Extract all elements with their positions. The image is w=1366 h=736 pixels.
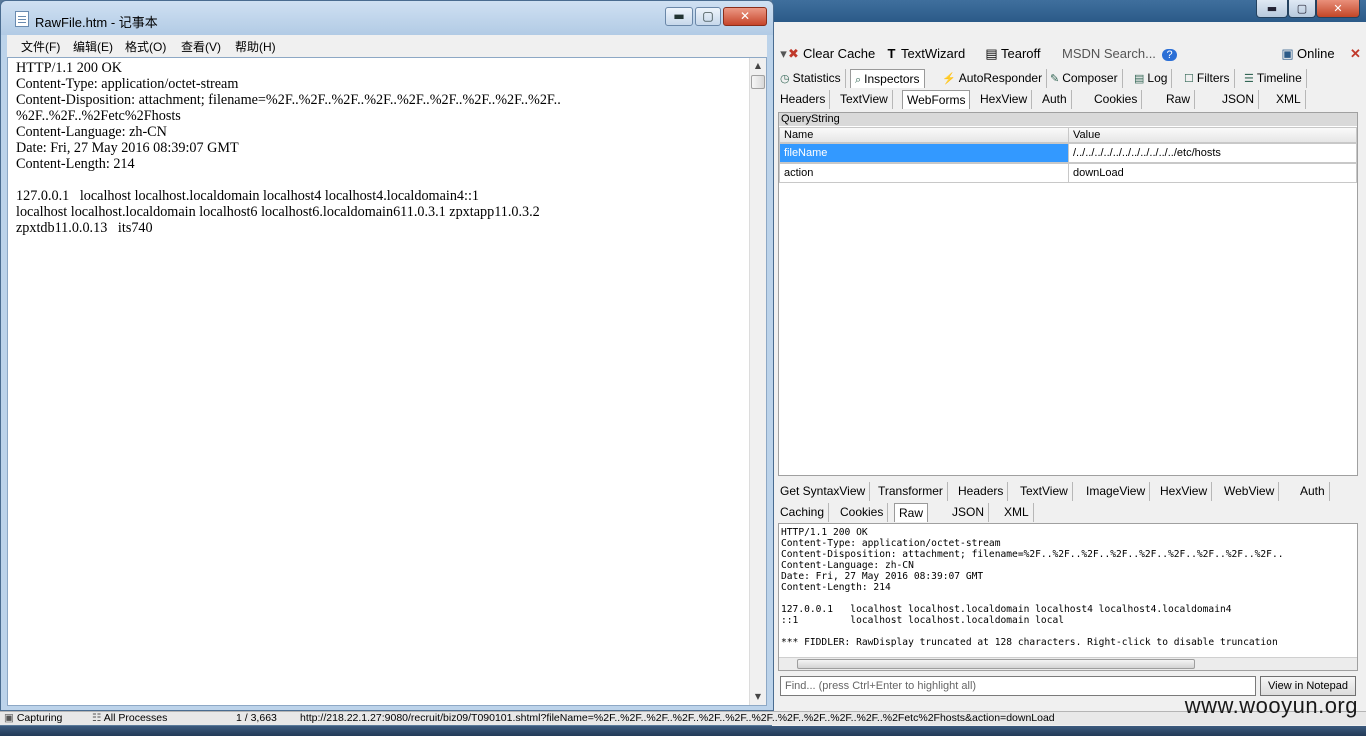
online-icon: ▣ (1281, 46, 1294, 61)
notepad-close-button[interactable]: ✕ (723, 7, 767, 26)
watermark: www.wooyun.org (1184, 693, 1358, 718)
tearoff-icon: ▤ (985, 46, 998, 61)
tab-response-textview[interactable]: TextView (1016, 482, 1073, 501)
querystring-title: QueryString (779, 113, 1357, 126)
raw-horizontal-scrollbar[interactable] (779, 657, 1357, 670)
tab-request-auth[interactable]: Auth (1038, 90, 1072, 109)
help-icon[interactable]: ? (1162, 49, 1177, 61)
windows-taskbar (0, 726, 1366, 736)
fiddler-maximize-button[interactable]: ▢ (1288, 0, 1316, 18)
fiddler-toolbar: ▾ ✖ Clear Cache T TextWizard ▤ Tearoff MSDN… (772, 42, 1366, 66)
notepad-app-icon (15, 11, 29, 27)
menu-file[interactable]: 文件(F) (21, 38, 60, 55)
param-value-cell[interactable]: /../../../../../../../../../../../etc/ho… (1068, 143, 1357, 163)
table-row[interactable]: action downLoad (779, 163, 1357, 183)
tab-request-textview[interactable]: TextView (836, 90, 893, 109)
tab-response-json[interactable]: JSON (948, 503, 990, 522)
tab-request-xml[interactable]: XML (1272, 90, 1306, 109)
querystring-panel: QueryString Name Value fileName /../../.… (778, 112, 1358, 476)
scroll-down-arrow-icon[interactable]: ▼ (750, 689, 766, 705)
tab-response-cookies[interactable]: Cookies (836, 503, 889, 522)
scroll-up-arrow-icon[interactable]: ▲ (750, 58, 766, 74)
stopwatch-icon: ◷ (780, 73, 790, 85)
clear-cache-icon: ✖ (788, 46, 799, 61)
close-toolbar-icon[interactable]: ✕ (1350, 46, 1361, 62)
tab-response-transformer[interactable]: Transformer (874, 482, 948, 501)
notepad-vertical-scrollbar[interactable]: ▲ ▼ (749, 58, 766, 705)
tab-request-hexview[interactable]: HexView (976, 90, 1033, 109)
tab-request-raw[interactable]: Raw (1162, 90, 1196, 109)
scrollbar-thumb[interactable] (751, 75, 765, 89)
fiddler-statusbar: ▣ Capturing ☷ All Processes 1 / 3,663 ht… (0, 711, 1366, 725)
clear-cache-button[interactable]: ✖ Clear Cache (786, 46, 875, 62)
tab-response-hexview[interactable]: HexView (1156, 482, 1213, 501)
composer-icon: ✎ (1050, 73, 1060, 85)
tab-response-caching[interactable]: Caching (776, 503, 830, 522)
capture-icon: ▣ (4, 712, 17, 724)
timeline-icon: ☰ (1244, 73, 1254, 85)
text-wizard-icon: T (887, 46, 896, 61)
menu-view[interactable]: 查看(V) (181, 38, 221, 55)
tab-response-webview[interactable]: WebView (1220, 482, 1280, 501)
tab-response-headers[interactable]: Headers (954, 482, 1009, 501)
magnifier-icon: ⌕ (855, 74, 862, 86)
notepad-window: RawFile.htm - 记事本 ▬ ▢ ✕ 文件(F) 编辑(E) 格式(O… (0, 0, 774, 711)
tab-inspectors[interactable]: ⌕ Inspectors (850, 69, 925, 88)
log-icon: ▤ (1134, 73, 1145, 85)
process-filter[interactable]: ☷ All Processes (92, 712, 167, 725)
tab-statistics[interactable]: ◷ Statistics (776, 69, 846, 88)
tab-request-webforms[interactable]: WebForms (902, 90, 971, 109)
status-url: http://218.22.1.27:9080/recruit/biz09/T0… (300, 712, 1055, 724)
notepad-text-area[interactable]: HTTP/1.1 200 OK Content-Type: applicatio… (7, 57, 767, 706)
online-indicator[interactable]: ▣ Online (1280, 46, 1335, 62)
fiddler-close-button[interactable]: ✕ (1316, 0, 1360, 18)
tab-response-syntaxview[interactable]: Get SyntaxView (776, 482, 871, 501)
tab-request-json[interactable]: JSON (1218, 90, 1260, 109)
menu-help[interactable]: 帮助(H) (235, 38, 276, 55)
column-header-name[interactable]: Name (779, 127, 1069, 143)
fiddler-minimize-button[interactable]: ▬ (1256, 0, 1288, 18)
text-wizard-button[interactable]: T TextWizard (884, 46, 966, 61)
fiddler-titlebar: ▬ ▢ ✕ (772, 0, 1366, 22)
notepad-titlebar[interactable]: RawFile.htm - 记事本 ▬ ▢ ✕ (1, 1, 773, 35)
msdn-search-input[interactable]: MSDN Search... (1062, 46, 1156, 61)
tab-filters[interactable]: ☐ Filters (1180, 69, 1235, 88)
raw-response-text: HTTP/1.1 200 OK Content-Type: applicatio… (781, 527, 1284, 648)
tearoff-label: Tearoff (1001, 46, 1041, 61)
notepad-maximize-button[interactable]: ▢ (695, 7, 721, 26)
clear-cache-label: Clear Cache (803, 46, 876, 61)
param-value-cell[interactable]: downLoad (1068, 163, 1357, 183)
tab-log[interactable]: ▤ Log (1130, 69, 1173, 88)
tab-timeline[interactable]: ☰ Timeline (1240, 69, 1307, 88)
online-label: Online (1297, 46, 1335, 61)
table-row[interactable]: fileName /../../../../../../../../../../… (779, 143, 1357, 163)
tab-response-raw[interactable]: Raw (894, 503, 929, 522)
menu-format[interactable]: 格式(O) (125, 38, 166, 55)
notepad-title: RawFile.htm - 记事本 (35, 15, 158, 30)
column-header-value[interactable]: Value (1068, 127, 1357, 143)
menu-edit[interactable]: 编辑(E) (73, 38, 113, 55)
tab-response-auth[interactable]: Auth (1296, 482, 1330, 501)
text-wizard-label: TextWizard (901, 46, 966, 61)
param-name-cell[interactable]: action (779, 163, 1069, 183)
notepad-menubar: 文件(F) 编辑(E) 格式(O) 查看(V) 帮助(H) (7, 35, 767, 57)
scrollbar-thumb[interactable] (797, 659, 1195, 669)
notepad-content: HTTP/1.1 200 OK Content-Type: applicatio… (16, 60, 561, 236)
tab-autoresponder[interactable]: ⚡ AutoResponder (938, 69, 1048, 88)
session-count: 1 / 3,663 (236, 712, 277, 724)
tab-response-xml[interactable]: XML (1000, 503, 1034, 522)
process-icon: ☷ (92, 712, 104, 724)
tab-composer[interactable]: ✎ Composer (1046, 69, 1123, 88)
raw-response-view[interactable]: HTTP/1.1 200 OK Content-Type: applicatio… (778, 523, 1358, 671)
notepad-minimize-button[interactable]: ▬ (665, 7, 693, 26)
tearoff-button[interactable]: ▤ Tearoff (984, 46, 1041, 62)
tab-response-imageview[interactable]: ImageView (1082, 482, 1151, 501)
checkbox-icon: ☐ (1184, 73, 1194, 85)
tab-request-headers[interactable]: Headers (776, 90, 831, 109)
tab-request-cookies[interactable]: Cookies (1090, 90, 1143, 109)
capturing-indicator[interactable]: ▣ Capturing (4, 712, 62, 725)
lightning-icon: ⚡ (942, 73, 956, 85)
param-name-cell[interactable]: fileName (779, 143, 1069, 163)
